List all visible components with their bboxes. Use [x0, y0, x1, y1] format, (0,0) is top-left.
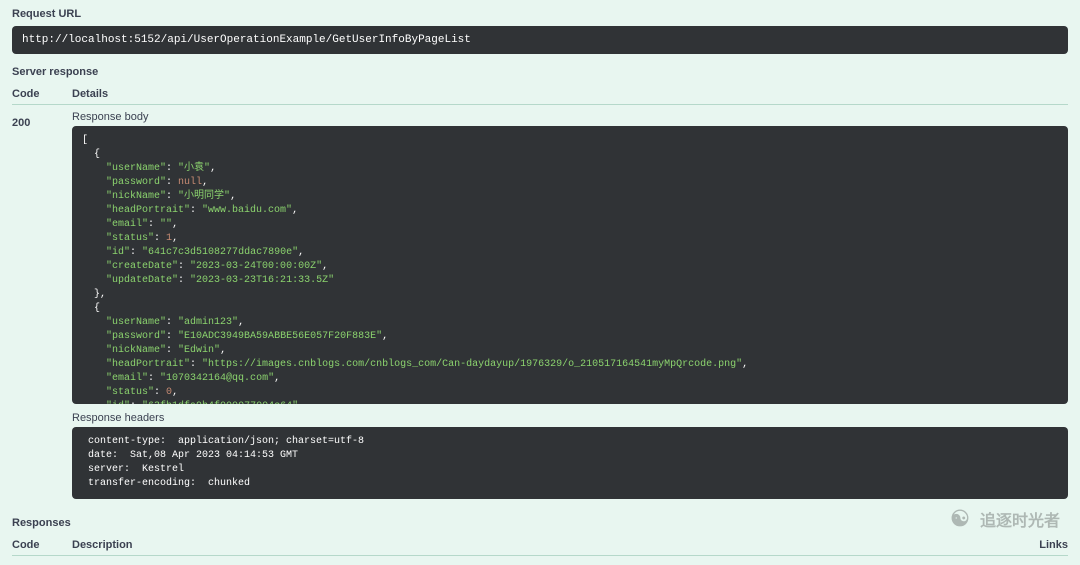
- response-header-row: Code Details: [12, 84, 1068, 105]
- request-url-section: Request URL http://localhost:5152/api/Us…: [12, 8, 1068, 54]
- request-url-value: http://localhost:5152/api/UserOperationE…: [22, 34, 471, 46]
- response-headers-label: Response headers: [72, 412, 1068, 424]
- response-status-code: 200: [12, 111, 72, 129]
- response-row: 200 Response body [ { "userName": "小袁", …: [12, 111, 1068, 507]
- responses-description-header: Description: [72, 539, 1039, 551]
- response-headers-block[interactable]: content-type: application/json; charset=…: [72, 427, 1068, 499]
- responses-code-header: Code: [12, 539, 72, 551]
- responses-links-header: Links: [1039, 539, 1068, 551]
- response-body-block[interactable]: [ { "userName": "小袁", "password": null, …: [72, 126, 1068, 404]
- response-details: Response body [ { "userName": "小袁", "pas…: [72, 111, 1068, 507]
- response-body-label: Response body: [72, 111, 1068, 123]
- code-column-header: Code: [12, 88, 72, 100]
- server-response-label: Server response: [12, 66, 1068, 78]
- details-column-header: Details: [72, 88, 1068, 100]
- request-url-label: Request URL: [12, 8, 1068, 20]
- responses-label: Responses: [12, 517, 1068, 529]
- responses-section: Responses Code Description Links: [12, 517, 1068, 556]
- request-url-box: http://localhost:5152/api/UserOperationE…: [12, 26, 1068, 54]
